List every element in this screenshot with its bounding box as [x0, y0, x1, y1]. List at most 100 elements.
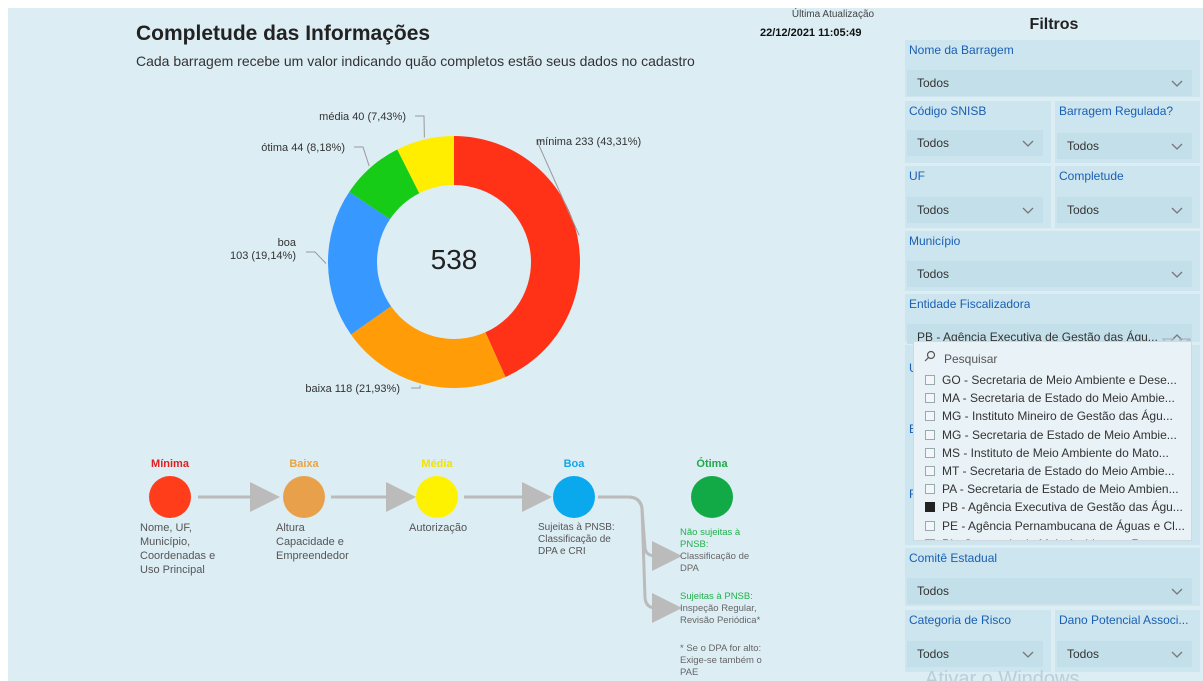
flow-stage-circle	[553, 476, 595, 518]
chevron-down-icon	[1171, 80, 1183, 87]
chevron-down-icon	[1022, 207, 1034, 214]
dropdown-option[interactable]: PE - Agência Pernambucana de Águas e Cl.…	[914, 518, 1191, 536]
dropdown-option[interactable]: PB - Agência Executiva de Gestão das Águ…	[914, 499, 1191, 517]
filter-nome-barragem: Nome da Barragem Todos	[905, 40, 1200, 97]
flow-stage-circle	[149, 476, 191, 518]
optima-no-pnsb-label: Não sujeitas à PNSB:	[680, 527, 741, 550]
flow-stage-title: Mínima	[151, 458, 190, 470]
option-checkbox[interactable]	[925, 466, 935, 476]
dropdown-option[interactable]: MS - Instituto de Meio Ambiente do Mato.…	[914, 445, 1191, 463]
flow-stage-circle	[283, 476, 325, 518]
filter-comite-estadual: Comitê Estadual Todos	[905, 548, 1200, 606]
filter-entidade-fiscalizadora: Entidade Fiscalizadora PB - Agência Exec…	[905, 294, 1200, 344]
chevron-down-icon	[1171, 588, 1183, 595]
chevron-down-icon	[1022, 651, 1034, 658]
codigo-snisb-select[interactable]: Todos	[907, 130, 1043, 156]
option-checkbox[interactable]	[925, 484, 935, 495]
option-label: MT - Secretaria de Estado do Meio Ambie.…	[942, 464, 1175, 478]
chevron-down-icon	[1171, 651, 1183, 658]
select-value: Todos	[1067, 647, 1100, 661]
completeness-flow-diagram: Mínima Baixa Média Boa Ótima	[149, 457, 733, 623]
optima-no-pnsb-desc: Classificação de DPA	[680, 551, 750, 574]
dropdown-option[interactable]: PI - Secretaria de Meio Ambiente e Recur…	[914, 536, 1191, 540]
chevron-down-icon	[1171, 143, 1183, 150]
filter-uf: UF Todos	[905, 166, 1051, 228]
select-value: Todos	[1067, 139, 1100, 153]
option-checkbox[interactable]	[925, 393, 935, 404]
filter-label: Dano Potencial Associ...	[1059, 613, 1189, 627]
option-checkbox[interactable]	[925, 375, 935, 385]
dropdown-option[interactable]: PA - Secretaria de Estado de Meio Ambien…	[914, 481, 1191, 499]
dropdown-option[interactable]: GO - Secretaria de Meio Ambiente e Dese.…	[914, 372, 1191, 390]
flow-stage-circle	[691, 476, 733, 518]
chevron-down-icon	[1171, 207, 1183, 214]
optima-footnote: * Se o DPA for alto: Exige-se também o P…	[680, 643, 762, 678]
dropdown-option[interactable]: MA - Secretaria de Estado do Meio Ambie.…	[914, 390, 1191, 408]
option-label: MG - Instituto Mineiro de Gestão das Águ…	[942, 409, 1173, 424]
option-checkbox[interactable]	[925, 429, 935, 440]
search-icon	[924, 350, 936, 362]
flow-stage-circle	[416, 476, 458, 518]
flow-stage-title: Média	[421, 458, 453, 470]
select-value: Todos	[917, 136, 950, 150]
optima-pnsb-desc: Inspeção Regular, Revisão Periódica*	[680, 603, 761, 626]
option-checkbox[interactable]	[925, 447, 935, 458]
filter-label: Completude	[1059, 169, 1124, 183]
option-label: GO - Secretaria de Meio Ambiente e Dese.…	[942, 373, 1177, 387]
flow-stage-title: Ótima	[696, 457, 728, 470]
stage-media-desc: Autorização	[409, 522, 468, 534]
municipio-select[interactable]: Todos	[907, 261, 1192, 287]
select-value: Todos	[917, 584, 950, 598]
flow-stage-title: Baixa	[289, 458, 319, 470]
stage-baixa-desc: Altura Capacidade e Empreendedor	[276, 522, 349, 562]
filter-barragem-regulada: Barragem Regulada? Todos	[1055, 101, 1200, 163]
option-label: PE - Agência Pernambucana de Águas e Cl.…	[942, 518, 1185, 533]
dropdown-option[interactable]: MG - Secretaria de Estado de Meio Ambie.…	[914, 427, 1191, 445]
option-checkbox[interactable]	[925, 502, 935, 513]
categoria-risco-select[interactable]: Todos	[907, 641, 1043, 667]
option-checkbox[interactable]	[925, 411, 935, 422]
optima-pnsb-label: Sujeitas à PNSB:	[680, 591, 753, 602]
select-value: Todos	[1067, 203, 1100, 217]
flow-arrow	[627, 495, 682, 623]
filters-title: Filtros	[1029, 16, 1079, 33]
option-label: PI - Secretaria de Meio Ambiente e Recur…	[942, 537, 1173, 540]
option-label: PB - Agência Executiva de Gestão das Águ…	[942, 500, 1183, 515]
select-value: Todos	[917, 647, 950, 661]
filter-label: UF	[909, 169, 925, 183]
filter-label: Município	[909, 234, 961, 248]
windows-activation-watermark: Ativar o Windows	[925, 668, 1080, 681]
uf-select[interactable]: Todos	[907, 197, 1043, 223]
filter-completude: Completude Todos	[1055, 166, 1200, 228]
filter-label: Comitê Estadual	[909, 551, 998, 565]
filter-codigo-snisb: Código SNISB Todos	[905, 101, 1051, 163]
filter-label: Código SNISB	[909, 104, 987, 118]
option-label: MA - Secretaria de Estado do Meio Ambie.…	[942, 391, 1175, 406]
dropdown-option[interactable]: MT - Secretaria de Estado do Meio Ambie.…	[914, 463, 1191, 481]
chevron-down-icon	[1171, 271, 1183, 278]
select-value: Todos	[917, 267, 950, 281]
filter-label: Nome da Barragem	[909, 43, 1014, 57]
comite-select[interactable]: Todos	[907, 578, 1192, 604]
filter-label: Categoria de Risco	[909, 613, 1012, 627]
completude-select[interactable]: Todos	[1057, 197, 1192, 223]
dropdown-option[interactable]: MG - Instituto Mineiro de Gestão das Águ…	[914, 408, 1191, 426]
flow-stage-title: Boa	[564, 458, 586, 470]
filter-dano-potencial: Dano Potencial Associ... Todos	[1055, 610, 1200, 672]
filter-label: Barragem Regulada?	[1059, 104, 1174, 118]
select-value: Todos	[917, 76, 950, 90]
filter-categoria-risco: Categoria de Risco Todos	[905, 610, 1051, 672]
nome-barragem-select[interactable]: Todos	[907, 70, 1192, 96]
filter-label: Entidade Fiscalizadora	[909, 297, 1031, 311]
option-checkbox[interactable]	[925, 520, 935, 531]
stage-boa-desc: Sujeitas à PNSB: Classificação de DPA e …	[538, 522, 615, 557]
dropdown-search-input[interactable]: Pesquisar	[944, 352, 997, 366]
entidade-dropdown-list[interactable]: Pesquisar GO - Secretaria de Meio Ambien…	[913, 341, 1192, 541]
option-label: PA - Secretaria de Estado de Meio Ambien…	[942, 482, 1179, 497]
option-label: MS - Instituto de Meio Ambiente do Mato.…	[942, 445, 1169, 460]
chevron-down-icon	[1022, 140, 1034, 147]
select-value: Todos	[917, 203, 950, 217]
barragem-regulada-select[interactable]: Todos	[1057, 133, 1192, 159]
dano-potencial-select[interactable]: Todos	[1057, 641, 1192, 667]
option-checkbox[interactable]	[925, 538, 935, 540]
